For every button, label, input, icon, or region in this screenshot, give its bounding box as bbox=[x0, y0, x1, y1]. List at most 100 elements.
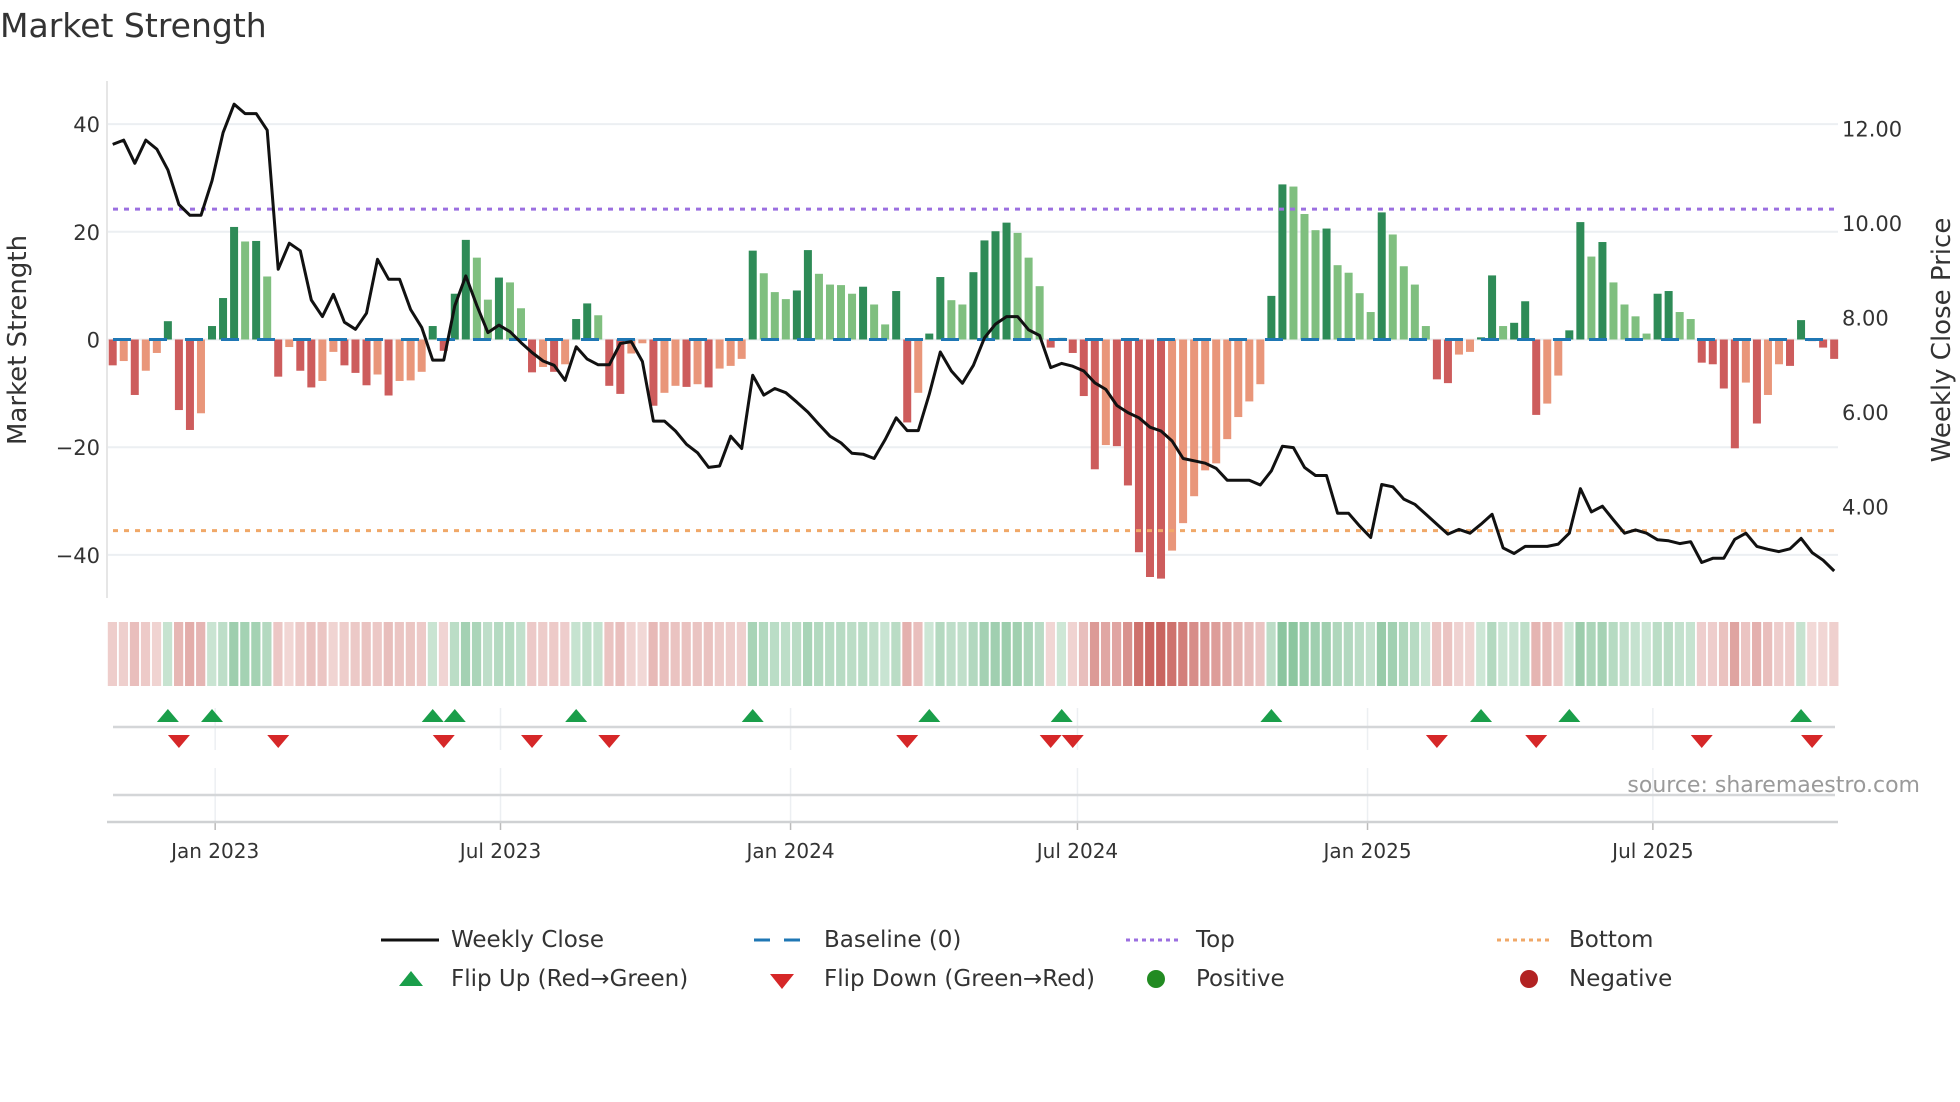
strength-bar-positive bbox=[516, 308, 525, 340]
heat-cell bbox=[295, 622, 305, 686]
strength-bar-negative bbox=[737, 339, 746, 359]
strength-bar-positive bbox=[1278, 184, 1287, 340]
strength-bar-negative bbox=[1830, 339, 1839, 359]
heat-cell bbox=[1729, 622, 1740, 686]
strength-bar-positive bbox=[825, 284, 834, 340]
heat-cell bbox=[196, 622, 206, 686]
heat-cell bbox=[1531, 622, 1541, 686]
strength-bar-negative bbox=[682, 339, 691, 387]
heat-cell bbox=[1564, 622, 1574, 686]
heat-cell bbox=[615, 622, 625, 686]
market-strength-chart: 40 20 0 −20 −40 12.00 10.00 8.00 6.00 4.00 Market … bbox=[3, 81, 1957, 863]
heat-cell bbox=[1045, 622, 1055, 686]
strength-bar-positive bbox=[1488, 275, 1497, 340]
flip-down-marker bbox=[1425, 735, 1448, 748]
heat-cell bbox=[1586, 622, 1596, 686]
x-tick-label: Jan 2025 bbox=[1321, 839, 1411, 863]
heat-cell bbox=[1641, 622, 1651, 686]
strength-bar-negative bbox=[1179, 339, 1188, 524]
heat-cell bbox=[1145, 622, 1155, 686]
strength-bar-negative bbox=[119, 339, 128, 362]
heat-cell bbox=[593, 622, 603, 686]
heat-cell bbox=[427, 622, 438, 686]
heat-cell bbox=[405, 622, 415, 686]
strength-bar-positive bbox=[1620, 304, 1629, 340]
strength-bar-positive bbox=[947, 300, 956, 340]
heat-cell bbox=[990, 622, 1000, 686]
heat-cell bbox=[416, 622, 426, 686]
heat-cell bbox=[1619, 622, 1629, 686]
flip-up-marker bbox=[1470, 709, 1493, 722]
strength-bar-negative bbox=[373, 339, 382, 375]
heat-cell bbox=[1476, 622, 1486, 686]
left-tick-label: 0 bbox=[87, 329, 100, 353]
strength-bar-negative bbox=[1245, 339, 1254, 402]
strength-bar-negative bbox=[185, 339, 194, 430]
strength-bar-positive bbox=[859, 286, 868, 340]
heat-cell bbox=[1818, 622, 1828, 686]
strength-bar-negative bbox=[649, 339, 658, 406]
strength-bar-positive bbox=[1797, 320, 1806, 340]
strength-bar-positive bbox=[980, 240, 989, 340]
heat-cell bbox=[1652, 622, 1662, 686]
strength-bar-positive bbox=[1399, 266, 1408, 340]
strength-bar-positive bbox=[583, 303, 592, 340]
strength-bar-negative bbox=[362, 339, 371, 386]
strength-bar-positive bbox=[814, 273, 823, 340]
heat-cell bbox=[1398, 622, 1409, 686]
heat-cell bbox=[814, 622, 824, 686]
x-tick-label: Jan 2024 bbox=[745, 839, 835, 863]
heat-cell bbox=[505, 622, 515, 686]
strength-bar-negative bbox=[1443, 339, 1452, 384]
strength-bar-negative bbox=[130, 339, 139, 395]
flip-up-marker bbox=[1558, 709, 1581, 722]
strength-bar-negative bbox=[329, 339, 338, 352]
strength-bar-negative bbox=[141, 339, 150, 371]
strength-bar-positive bbox=[837, 285, 846, 340]
heat-cell bbox=[1023, 622, 1033, 686]
heat-cell bbox=[140, 622, 151, 686]
strength-bar-negative bbox=[108, 339, 117, 366]
heat-cell bbox=[825, 622, 835, 686]
strength-bar-negative bbox=[1554, 339, 1563, 376]
heat-cell bbox=[1807, 622, 1817, 686]
heat-cell bbox=[1288, 622, 1298, 686]
strength-bar-positive bbox=[594, 315, 603, 340]
strength-bar-positive bbox=[1631, 316, 1640, 340]
strength-bar-negative bbox=[406, 339, 415, 381]
x-tick-label: Jul 2023 bbox=[458, 839, 541, 863]
strength-bar-negative bbox=[1763, 339, 1772, 395]
flip-up-marker bbox=[443, 709, 466, 722]
heat-cell bbox=[648, 622, 658, 686]
heat-cell bbox=[317, 622, 327, 686]
heat-cell bbox=[869, 622, 879, 686]
heat-cell bbox=[692, 622, 702, 686]
strength-bar-negative bbox=[715, 339, 724, 369]
strength-bar-positive bbox=[1267, 295, 1276, 340]
strength-bar-positive bbox=[1344, 272, 1353, 340]
heat-cell bbox=[681, 622, 691, 686]
heat-cell bbox=[1222, 622, 1232, 686]
flip-up-marker bbox=[741, 709, 764, 722]
heat-cell bbox=[659, 622, 669, 686]
strength-bar-positive bbox=[1675, 312, 1684, 340]
flip-up-marker bbox=[156, 709, 179, 722]
strength-bar-negative bbox=[1190, 339, 1199, 497]
heat-cell bbox=[1707, 622, 1718, 686]
strength-bar-positive bbox=[252, 240, 261, 340]
strength-bar-positive bbox=[1311, 230, 1320, 340]
heat-cell bbox=[1255, 622, 1265, 686]
heat-cell bbox=[957, 622, 967, 686]
flip-up-marker bbox=[201, 709, 224, 722]
heat-cell bbox=[1387, 622, 1398, 686]
left-tick-label: −40 bbox=[56, 544, 100, 568]
heat-cell bbox=[1123, 622, 1133, 686]
heat-cell bbox=[538, 622, 548, 686]
heat-cell bbox=[1608, 622, 1618, 686]
strength-bar-negative bbox=[1201, 339, 1210, 471]
heat-cell bbox=[1089, 622, 1100, 686]
heat-cell bbox=[637, 622, 647, 686]
heat-cell bbox=[516, 622, 526, 686]
strength-heat-strip bbox=[107, 622, 1839, 686]
heat-cell bbox=[1718, 622, 1729, 686]
